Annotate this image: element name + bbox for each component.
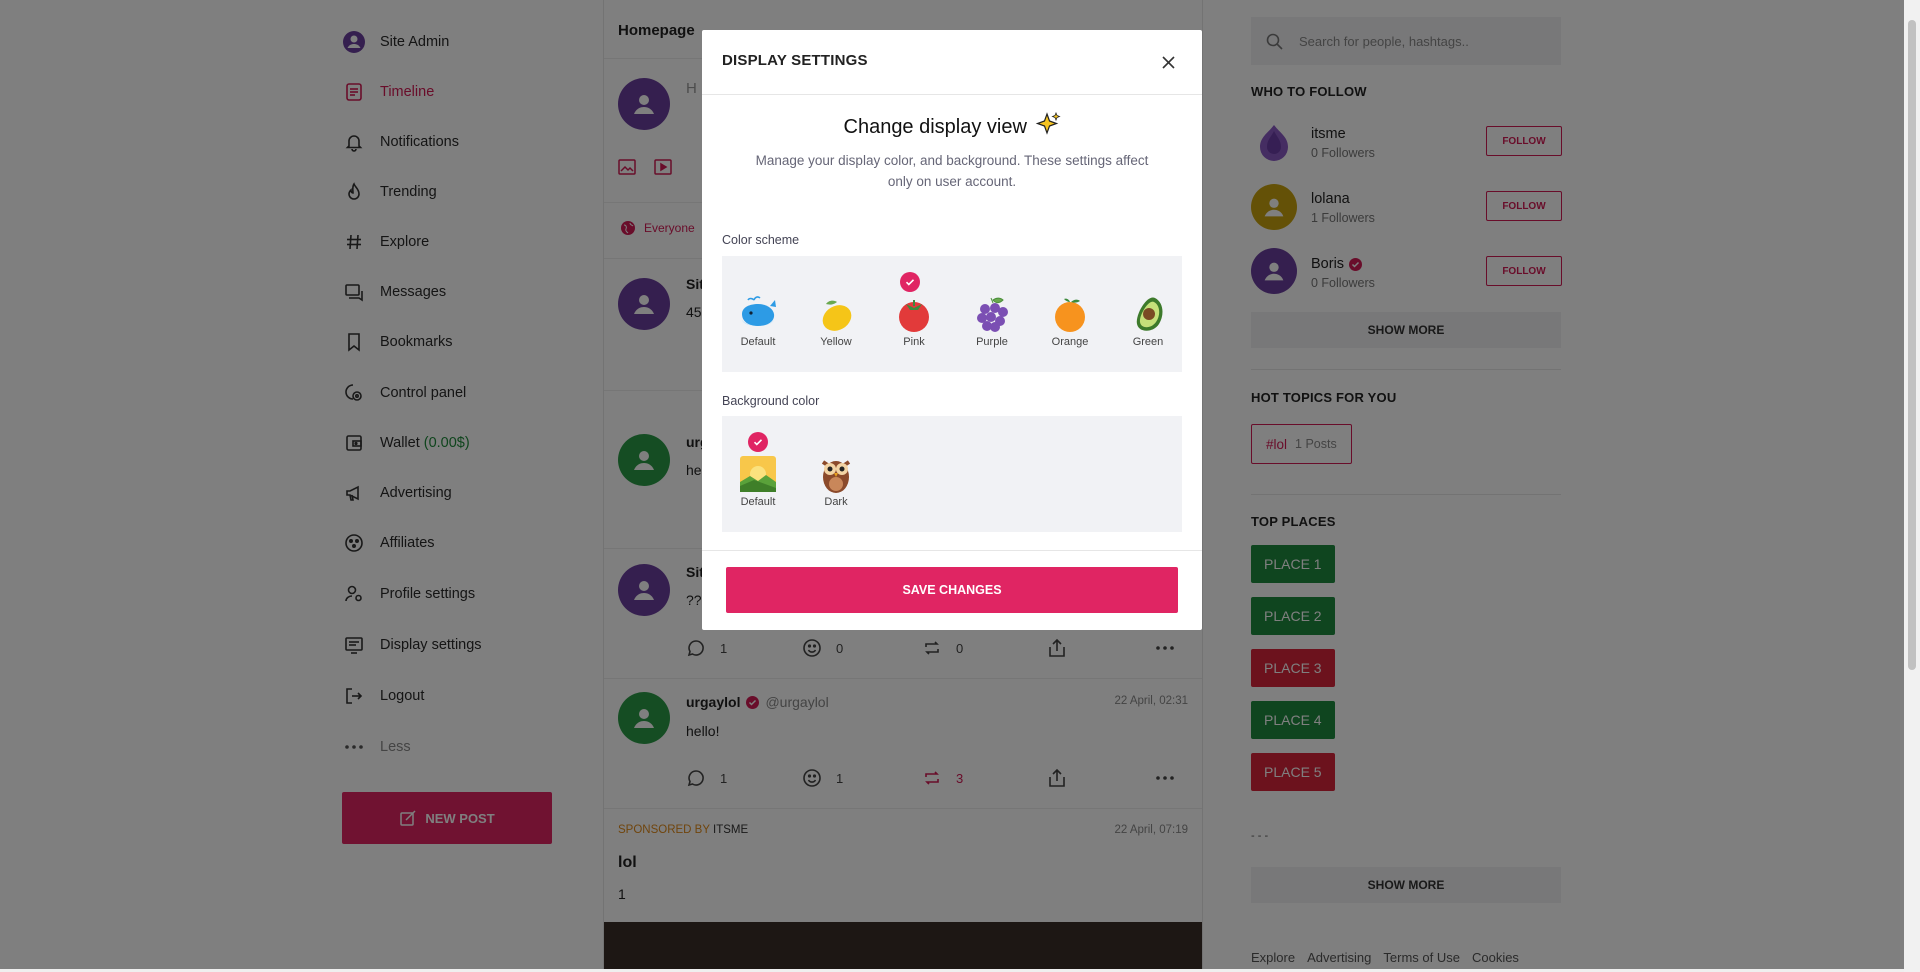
lemon-icon <box>806 292 866 336</box>
modal-title: Change display view <box>843 116 1027 138</box>
color-option-label: Orange <box>1051 336 1089 348</box>
display-settings-modal: DISPLAY SETTINGS Change display view Man… <box>702 30 1202 630</box>
sunrise-icon <box>728 452 788 496</box>
color-option-label: Pink <box>903 336 925 348</box>
color-option-orange[interactable]: Orange <box>1040 292 1100 348</box>
selected-check-icon <box>900 272 920 292</box>
tomato-icon <box>884 292 944 336</box>
color-scheme-panel: Default Yellow Pink Purple Orange Green <box>722 256 1182 372</box>
background-option-label: Default <box>740 496 776 508</box>
modal-description: Manage your display color, and backgroun… <box>755 153 1149 189</box>
color-option-default[interactable]: Default <box>728 292 788 348</box>
grapes-icon <box>962 292 1022 336</box>
color-option-purple[interactable]: Purple <box>962 292 1022 348</box>
background-option-dark[interactable]: Dark <box>806 452 866 508</box>
close-icon <box>1161 55 1175 69</box>
color-option-pink[interactable]: Pink <box>884 292 944 348</box>
selected-check-icon <box>748 432 768 452</box>
orange-icon <box>1040 292 1100 336</box>
sparkles-icon <box>1035 111 1061 142</box>
color-option-label: Green <box>1132 336 1164 348</box>
save-changes-button[interactable]: SAVE CHANGES <box>726 567 1178 613</box>
owl-icon <box>806 452 866 496</box>
close-button[interactable] <box>1158 52 1178 72</box>
background-option-default[interactable]: Default <box>728 452 788 508</box>
color-option-label: Default <box>740 336 776 348</box>
modal-header: DISPLAY SETTINGS <box>722 52 868 69</box>
background-color-panel: Default Dark <box>722 416 1182 532</box>
divider <box>702 550 1202 551</box>
color-option-green[interactable]: Green <box>1118 292 1178 348</box>
divider <box>702 94 1202 95</box>
color-scheme-label: Color scheme <box>722 233 800 247</box>
scrollbar-thumb[interactable] <box>1908 20 1916 670</box>
background-option-label: Dark <box>824 496 848 508</box>
color-option-yellow[interactable]: Yellow <box>806 292 866 348</box>
color-option-label: Purple <box>976 336 1008 348</box>
modal-title-row: Change display view <box>702 111 1202 142</box>
background-color-label: Background color <box>722 394 820 408</box>
color-option-label: Yellow <box>820 336 852 348</box>
avocado-icon <box>1118 292 1178 336</box>
whale-icon <box>728 292 788 336</box>
